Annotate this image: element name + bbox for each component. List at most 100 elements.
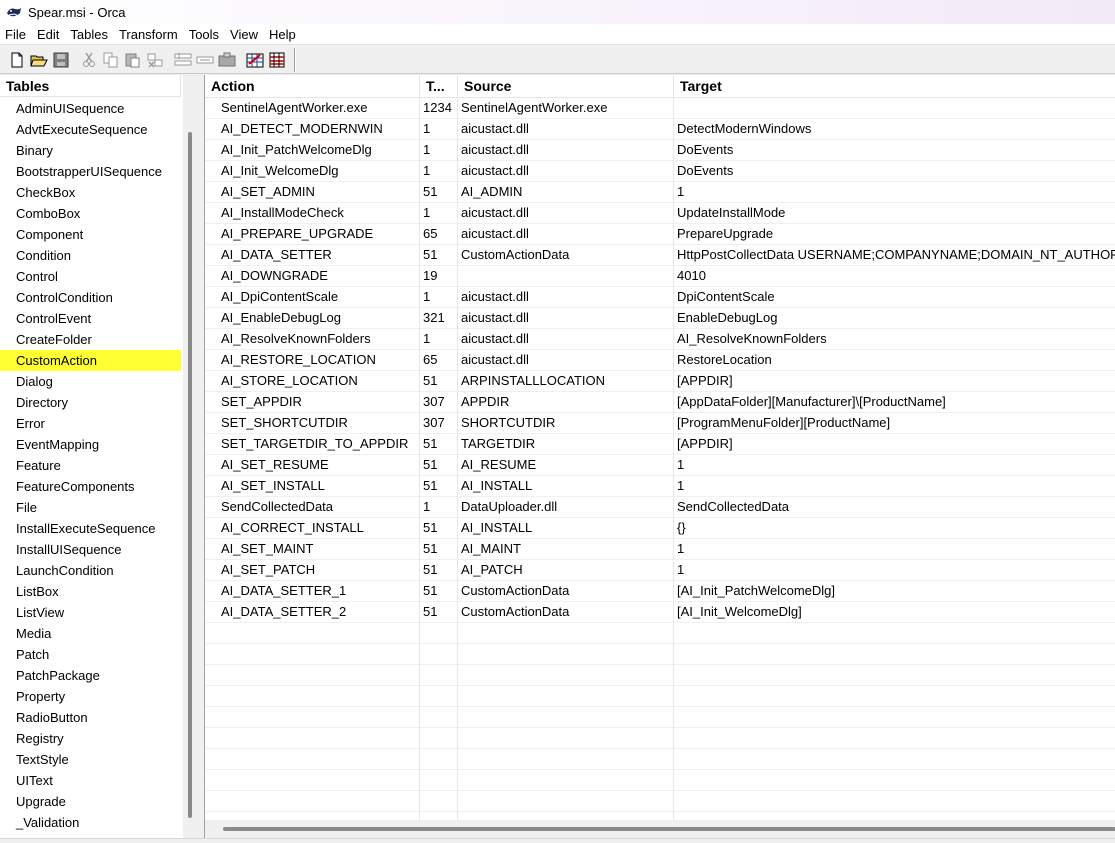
target-cell[interactable]: SendCollectedData [674, 497, 1115, 518]
table-row[interactable]: AI_EnableDebugLog 321 aicustact.dll EnableD… [205, 308, 1115, 329]
table-list-item[interactable]: Registry [0, 728, 181, 749]
target-cell[interactable]: HttpPostCollectData USERNAME;COMPANYNAME… [674, 245, 1115, 266]
table-list-item[interactable]: Dialog [0, 371, 181, 392]
target-cell[interactable]: EnableDebugLog [674, 308, 1115, 329]
table-row[interactable]: AI_DATA_SETTER_2 51 CustomActionData [AI_In… [205, 602, 1115, 623]
table-list-item[interactable]: File [0, 497, 181, 518]
table-row[interactable]: AI_RESTORE_LOCATION 65 aicustact.dll Restor… [205, 350, 1115, 371]
table-list-item[interactable]: EventMapping [0, 434, 181, 455]
add-row-icon[interactable] [172, 49, 194, 71]
table-list-item[interactable]: _Validation [0, 812, 181, 833]
source-cell[interactable]: aicustact.dll [458, 350, 674, 371]
target-cell[interactable] [674, 98, 1115, 119]
target-cell[interactable]: [AI_Init_WelcomeDlg] [674, 602, 1115, 623]
action-cell[interactable]: SET_SHORTCUTDIR [205, 413, 420, 434]
table-row[interactable]: AI_SET_MAINT 51 AI_MAINT 1 [205, 539, 1115, 560]
grid-horizontal-scrollbar[interactable] [205, 820, 1115, 838]
type-cell[interactable]: 51 [420, 182, 458, 203]
type-cell[interactable]: 51 [420, 455, 458, 476]
table-row[interactable]: AI_Init_WelcomeDlg 1 aicustact.dll DoEvents [205, 161, 1115, 182]
type-cell[interactable]: 321 [420, 308, 458, 329]
table-row[interactable]: AI_DATA_SETTER_1 51 CustomActionData [AI_In… [205, 581, 1115, 602]
table-row[interactable]: AI_DATA_SETTER 51 CustomActionData HttpPost… [205, 245, 1115, 266]
table-row[interactable]: AI_DETECT_MODERNWIN 1 aicustact.dll DetectM… [205, 119, 1115, 140]
target-cell[interactable]: PrepareUpgrade [674, 224, 1115, 245]
column-header-type[interactable]: T... [420, 75, 458, 98]
action-cell[interactable]: AI_ResolveKnownFolders [205, 329, 420, 350]
table-list-item[interactable]: UIText [0, 770, 181, 791]
open-icon[interactable] [28, 49, 50, 71]
type-cell[interactable]: 1234 [420, 98, 458, 119]
action-cell[interactable]: AI_Init_WelcomeDlg [205, 161, 420, 182]
type-cell[interactable]: 307 [420, 392, 458, 413]
source-cell[interactable]: APPDIR [458, 392, 674, 413]
drop-row-icon[interactable] [194, 49, 216, 71]
source-cell[interactable]: aicustact.dll [458, 287, 674, 308]
action-cell[interactable]: AI_SET_ADMIN [205, 182, 420, 203]
source-cell[interactable]: AI_MAINT [458, 539, 674, 560]
menu-tools[interactable]: Tools [184, 24, 225, 45]
target-cell[interactable]: RestoreLocation [674, 350, 1115, 371]
table-row[interactable]: SET_SHORTCUTDIR 307 SHORTCUTDIR [ProgramMen… [205, 413, 1115, 434]
table-row[interactable]: AI_STORE_LOCATION 51 ARPINSTALLLOCATION [AP… [205, 371, 1115, 392]
source-cell[interactable]: aicustact.dll [458, 203, 674, 224]
source-cell[interactable]: AI_PATCH [458, 560, 674, 581]
column-header-target[interactable]: Target [674, 75, 1115, 98]
table-list-item[interactable]: TextStyle [0, 749, 181, 770]
action-cell[interactable]: AI_DATA_SETTER [205, 245, 420, 266]
type-cell[interactable]: 51 [420, 518, 458, 539]
target-cell[interactable]: 1 [674, 476, 1115, 497]
table-list-item[interactable]: Component [0, 224, 181, 245]
target-cell[interactable]: [APPDIR] [674, 371, 1115, 392]
menu-transform[interactable]: Transform [114, 24, 184, 45]
source-cell[interactable]: aicustact.dll [458, 308, 674, 329]
merge-module-icon[interactable] [266, 49, 288, 71]
table-list-item[interactable]: Directory [0, 392, 181, 413]
type-cell[interactable]: 51 [420, 602, 458, 623]
table-list-item[interactable]: LaunchCondition [0, 560, 181, 581]
source-cell[interactable]: TARGETDIR [458, 434, 674, 455]
source-cell[interactable]: SHORTCUTDIR [458, 413, 674, 434]
table-list-item[interactable]: ControlEvent [0, 308, 181, 329]
table-row[interactable]: SendCollectedData 1 DataUploader.dll SendCo… [205, 497, 1115, 518]
menu-file[interactable]: File [0, 24, 32, 45]
action-cell[interactable]: AI_SET_PATCH [205, 560, 420, 581]
action-cell[interactable]: AI_DATA_SETTER_2 [205, 602, 420, 623]
table-row[interactable]: AI_ResolveKnownFolders 1 aicustact.dll AI_R… [205, 329, 1115, 350]
action-cell[interactable]: AI_CORRECT_INSTALL [205, 518, 420, 539]
table-list-item[interactable]: Feature [0, 455, 181, 476]
table-row[interactable]: AI_DOWNGRADE 19 4010 [205, 266, 1115, 287]
source-cell[interactable]: AI_INSTALL [458, 518, 674, 539]
table-list-item[interactable]: FeatureComponents [0, 476, 181, 497]
source-cell[interactable]: SentinelAgentWorker.exe [458, 98, 674, 119]
table-list-item[interactable]: ControlCondition [0, 287, 181, 308]
target-cell[interactable]: DoEvents [674, 161, 1115, 182]
source-cell[interactable]: aicustact.dll [458, 329, 674, 350]
source-cell[interactable]: aicustact.dll [458, 161, 674, 182]
table-list-item[interactable]: ComboBox [0, 203, 181, 224]
import-icon[interactable] [216, 49, 238, 71]
action-cell[interactable]: AI_Init_PatchWelcomeDlg [205, 140, 420, 161]
new-icon[interactable] [6, 49, 28, 71]
paste-icon[interactable] [122, 49, 144, 71]
table-row[interactable]: AI_DpiContentScale 1 aicustact.dll DpiConte… [205, 287, 1115, 308]
table-list-item[interactable]: PatchPackage [0, 665, 181, 686]
action-cell[interactable]: AI_DATA_SETTER_1 [205, 581, 420, 602]
source-cell[interactable]: aicustact.dll [458, 140, 674, 161]
target-cell[interactable]: {} [674, 518, 1115, 539]
source-cell[interactable]: AI_RESUME [458, 455, 674, 476]
target-cell[interactable]: [AI_Init_PatchWelcomeDlg] [674, 581, 1115, 602]
table-list-item[interactable]: InstallExecuteSequence [0, 518, 181, 539]
target-cell[interactable]: [AppDataFolder][Manufacturer]\[ProductNa… [674, 392, 1115, 413]
table-row[interactable]: AI_SET_PATCH 51 AI_PATCH 1 [205, 560, 1115, 581]
table-list-item[interactable]: AdvtExecuteSequence [0, 119, 181, 140]
delete-icon[interactable] [144, 49, 166, 71]
validate-icon[interactable] [244, 49, 266, 71]
source-cell[interactable]: aicustact.dll [458, 119, 674, 140]
source-cell[interactable]: DataUploader.dll [458, 497, 674, 518]
menu-tables[interactable]: Tables [65, 24, 114, 45]
source-cell[interactable]: CustomActionData [458, 581, 674, 602]
target-cell[interactable]: [ProgramMenuFolder][ProductName] [674, 413, 1115, 434]
table-list-item[interactable]: Media [0, 623, 181, 644]
action-cell[interactable]: AI_RESTORE_LOCATION [205, 350, 420, 371]
